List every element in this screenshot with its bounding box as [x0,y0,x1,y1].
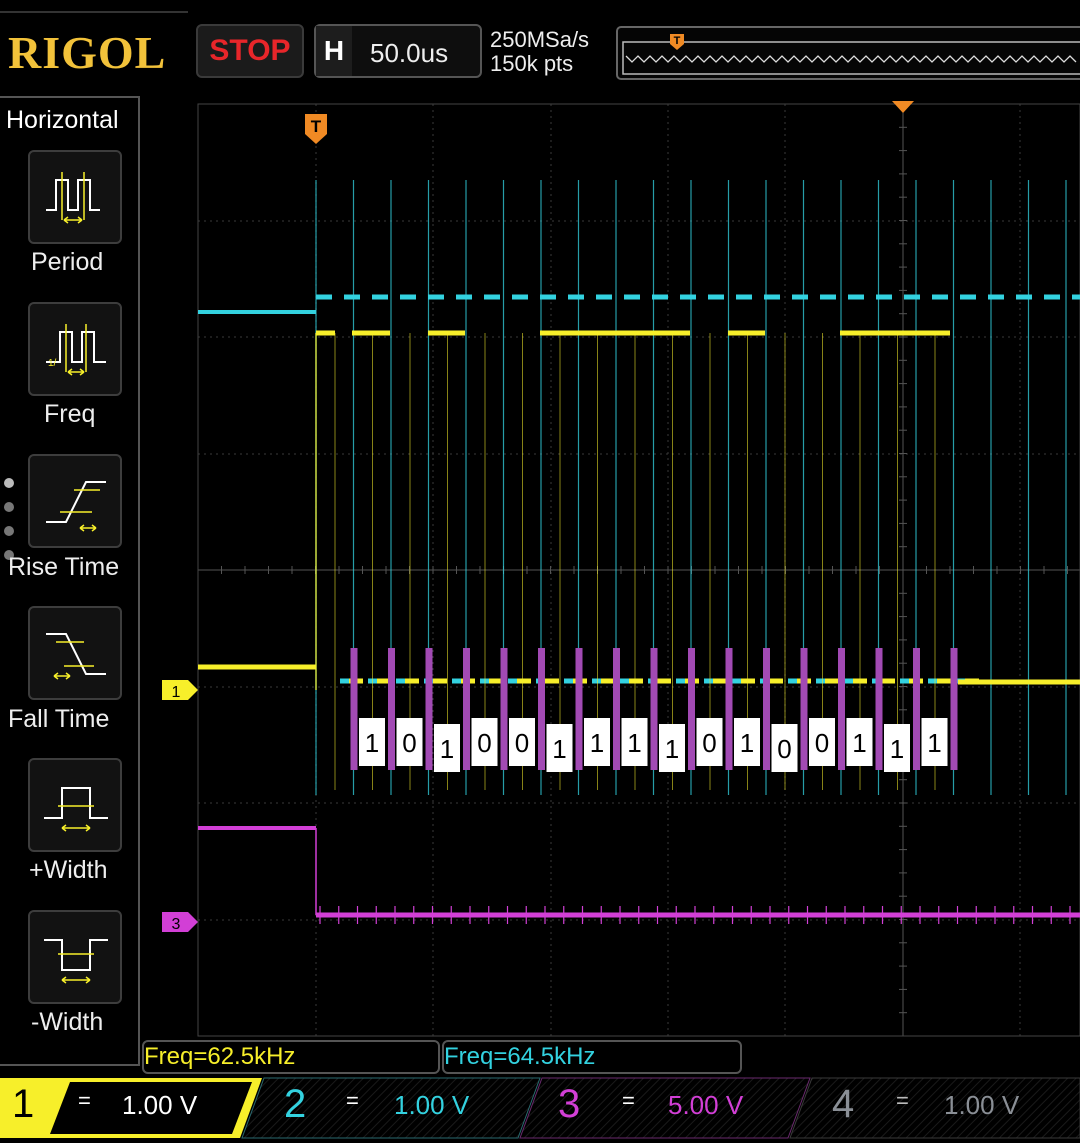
negative-width-button[interactable] [28,910,122,1004]
channel-3-tab[interactable]: 3 = 5.00 V [540,1076,810,1136]
freq-button[interactable]: 1/ [28,302,122,396]
channel-2-number: 2 [284,1082,307,1126]
bit-value: 0 [477,728,491,758]
positive-width-label: +Width [29,856,108,884]
bit-value: 0 [402,728,416,758]
bit-value: 0 [702,728,716,758]
waveform-display[interactable]: T 1010011110100111 1 3 [0,0,1080,1080]
bit-value: 0 [777,734,791,764]
channel-4-number: 4 [832,1082,855,1126]
channel-3-coupling-icon: = [622,1088,635,1113]
measurement-ch2-frequency[interactable]: Freq=64.5kHz [442,1040,742,1074]
period-label: Period [31,248,104,276]
negative-width-label: -Width [31,1008,104,1036]
channel-3-trace [198,826,1080,924]
positive-width-button[interactable] [28,758,122,852]
fall-time-icon [46,633,106,680]
bit-value: 1 [665,734,679,764]
bit-value: 1 [365,728,379,758]
channel-3-scale: 5.00 V [668,1090,744,1120]
bit-value: 1 [627,728,641,758]
channel-4-coupling-icon: = [896,1088,909,1113]
channel-2-scale: 1.00 V [394,1090,470,1120]
bit-value: 1 [740,728,754,758]
decoded-bits-overlay: 1010011110100111 [350,648,958,772]
channel-3-marker[interactable]: 3 [162,912,198,933]
channel-4-scale: 1.00 V [944,1090,1020,1120]
bit-value: 0 [515,728,529,758]
horizontal-position-marker[interactable] [892,101,914,113]
channel-1-scale: 1.00 V [122,1090,198,1120]
channel-1-number: 1 [12,1082,35,1126]
svg-text:1: 1 [172,684,181,701]
menu-page-dot [4,526,14,536]
channel-1-marker[interactable]: 1 [162,680,198,701]
rise-time-icon [46,481,106,532]
bit-value: 1 [852,728,866,758]
negative-width-icon [44,939,108,984]
freq-label: Freq [44,400,96,428]
freq-icon: 1/ [46,324,106,376]
menu-title: Horizontal [6,106,119,134]
bit-value: 0 [815,728,829,758]
svg-text:T: T [311,117,322,136]
fall-time-button[interactable] [28,606,122,700]
bit-value: 1 [927,728,941,758]
rise-time-button[interactable] [28,454,122,548]
bit-value: 1 [440,734,454,764]
menu-page-dot-active [4,478,14,488]
svg-text:3: 3 [172,916,181,933]
channel-2-tab[interactable]: 2 = 1.00 V [262,1076,532,1136]
graticule [197,103,1080,1037]
channel-1-coupling-icon: = [78,1088,91,1113]
channel-1-tab[interactable]: 1 = 1.00 V [0,1076,250,1136]
bit-value: 1 [590,728,604,758]
rise-time-label: Rise Time [8,553,120,581]
channel-2-coupling-icon: = [346,1088,359,1113]
bit-value: 1 [890,734,904,764]
fall-time-label: Fall Time [8,705,110,733]
period-icon [46,172,100,224]
positive-width-icon [44,787,108,832]
channel-3-number: 3 [558,1082,581,1126]
measurement-ch1-frequency[interactable]: Freq=62.5kHz [142,1040,440,1074]
channel-4-tab[interactable]: 4 = 1.00 V [812,1076,1080,1136]
trigger-position-marker[interactable]: T [305,114,327,144]
menu-page-dot [4,502,14,512]
channel-2-trace [198,180,1080,795]
channel-status-bar: 1 = 1.00 V 2 = 1.00 V 3 = 5.00 V 4 = 1.0… [0,1076,1080,1143]
period-button[interactable] [28,150,122,244]
svg-text:1/: 1/ [48,358,57,369]
horizontal-measure-menu: Horizontal Period 1/ Freq Rise Time Fall… [0,96,140,1066]
bit-value: 1 [552,734,566,764]
